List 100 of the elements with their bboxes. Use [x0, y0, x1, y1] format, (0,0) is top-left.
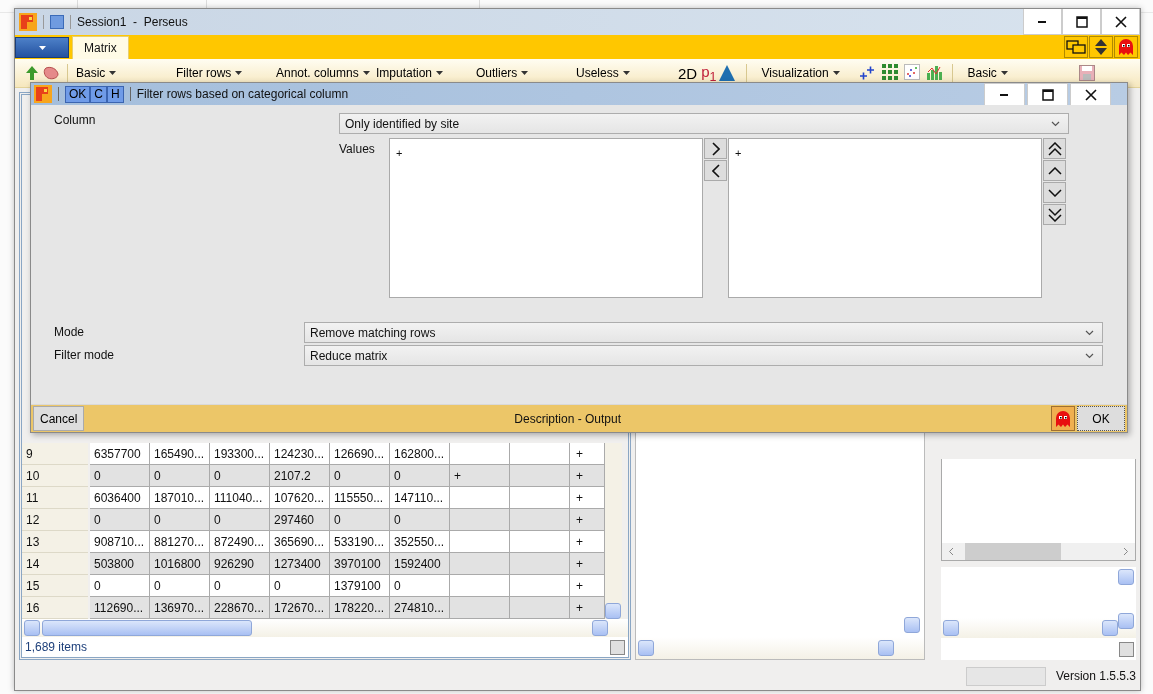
table-cell: 503800	[90, 553, 150, 575]
toolbar-menu[interactable]: Useless	[576, 66, 676, 80]
windows-icon	[1066, 40, 1086, 54]
scrollbar-thumb[interactable]	[42, 620, 252, 636]
toolbar-menu[interactable]: Visualization	[761, 66, 862, 80]
row-number: 12	[22, 509, 88, 531]
field-label: Values	[339, 142, 376, 158]
logo-icon	[19, 13, 37, 31]
ghost-icon	[1055, 409, 1071, 428]
histogram-icon[interactable]	[926, 64, 945, 80]
toolbar-menu[interactable]: Annot. columns	[276, 66, 376, 80]
up-down-button[interactable]	[1089, 36, 1113, 58]
windows-button[interactable]	[1064, 36, 1088, 58]
caret-icon	[436, 71, 444, 75]
up-arrow-icon	[25, 65, 39, 81]
table-cell	[510, 531, 570, 553]
table-cell	[450, 597, 510, 619]
move-right-button[interactable]	[704, 138, 727, 159]
table-cell: 872490...	[210, 531, 270, 553]
toolbar-menu[interactable]: Outliers	[476, 66, 576, 80]
table-cell: 115550...	[330, 487, 390, 509]
caret-icon	[622, 71, 630, 75]
dropdown[interactable]: Reduce matrix	[304, 345, 1103, 366]
maximize-button[interactable]	[1027, 83, 1068, 105]
toolbar-menu[interactable]: Basic	[76, 66, 176, 80]
scrollbar-thumb[interactable]	[1118, 568, 1134, 585]
dropdown[interactable]: Only identified by site	[339, 113, 1069, 134]
size-grip[interactable]	[610, 639, 625, 655]
scrollbar[interactable]	[942, 542, 1135, 560]
move-top-button[interactable]	[1043, 138, 1066, 159]
chevron-left-icon	[948, 546, 954, 556]
table-cell: 0	[390, 465, 450, 487]
table-cell: 1016800	[150, 553, 210, 575]
ghost-button[interactable]	[1051, 406, 1075, 431]
plus-icon[interactable]	[858, 64, 877, 82]
double-chevron-up-icon	[1047, 141, 1062, 156]
table-cell	[510, 553, 570, 575]
toolbar-menu[interactable]: Basic	[967, 66, 1068, 80]
row-number: 11	[22, 487, 88, 509]
toolbar-menu[interactable]: Imputation	[376, 66, 476, 80]
scrollbar-thumb[interactable]	[1118, 612, 1134, 629]
grid-icon[interactable]	[882, 64, 899, 80]
close-button[interactable]	[1070, 83, 1111, 105]
list-box[interactable]: +	[728, 138, 1042, 298]
size-grip[interactable]	[1119, 641, 1134, 657]
move-left-button[interactable]	[704, 160, 727, 181]
save-icon[interactable]	[1079, 65, 1096, 81]
list-box[interactable]: +	[389, 138, 703, 298]
table-cell	[510, 443, 570, 465]
application-menu-button[interactable]	[15, 37, 69, 58]
scrollbar-thumb[interactable]	[904, 617, 920, 633]
list-item[interactable]: +	[735, 147, 742, 159]
maximize-button[interactable]	[1062, 9, 1101, 35]
field-label: Mode	[54, 325, 86, 339]
list-item[interactable]: +	[396, 147, 403, 159]
table-cell: +	[570, 531, 605, 553]
move-up-button[interactable]	[1043, 160, 1066, 181]
table-cell: 274810...	[390, 597, 450, 619]
table-cell: 1379100	[330, 575, 390, 597]
table-cell: +	[570, 465, 605, 487]
table-cell: 0	[150, 575, 210, 597]
table-cell: 297460	[270, 509, 330, 531]
scrollbar-thumb[interactable]	[605, 603, 621, 619]
table-cell: 926290	[210, 553, 270, 575]
table-cell: 0	[390, 575, 450, 597]
cancel-button[interactable]: Cancel	[33, 406, 85, 431]
table-cell: +	[570, 597, 605, 619]
move-down-button[interactable]	[1043, 182, 1066, 203]
table-cell: 187010...	[150, 487, 210, 509]
row-number: 13	[22, 531, 88, 553]
scrollbar-thumb[interactable]	[878, 640, 894, 656]
table-cell: 147110...	[390, 487, 450, 509]
title-bar-button[interactable]: H	[107, 85, 124, 103]
chevron-right-icon	[711, 141, 720, 156]
scrollbar-thumb[interactable]	[638, 640, 654, 656]
table-cell: 124230...	[270, 443, 330, 465]
table-cell: 193300...	[210, 443, 270, 465]
toolbar-button[interactable]: p$_{1}$	[699, 62, 719, 84]
ghost-icon	[1118, 38, 1134, 56]
ribbon-tab[interactable]: Matrix	[72, 36, 129, 59]
scrollbar-thumb[interactable]	[943, 620, 959, 636]
scrollbar-thumb[interactable]	[1102, 620, 1118, 636]
table-cell	[450, 487, 510, 509]
toolbar-menu[interactable]: Filter rows	[176, 66, 276, 80]
table-cell: 6357700	[90, 443, 150, 465]
ok-button[interactable]: OK	[1077, 406, 1125, 431]
scrollbar-thumb[interactable]	[592, 620, 608, 636]
move-bottom-button[interactable]	[1043, 204, 1066, 225]
title-bar-button[interactable]: C	[90, 85, 107, 103]
row-number: 16	[22, 597, 88, 619]
dialog-title: Filter rows based on categorical column	[136, 87, 349, 101]
square-icon	[50, 15, 64, 29]
toolbar-button[interactable]: 2D	[676, 64, 700, 82]
scatter-plot-icon[interactable]	[904, 64, 921, 80]
row-number: 10	[22, 465, 88, 487]
dropdown[interactable]: Remove matching rows	[304, 322, 1103, 343]
window-title: Session1 - Perseus	[77, 15, 188, 29]
close-icon	[1114, 15, 1127, 28]
title-bar-button[interactable]: OK	[65, 85, 91, 103]
scrollbar-thumb[interactable]	[24, 620, 40, 636]
